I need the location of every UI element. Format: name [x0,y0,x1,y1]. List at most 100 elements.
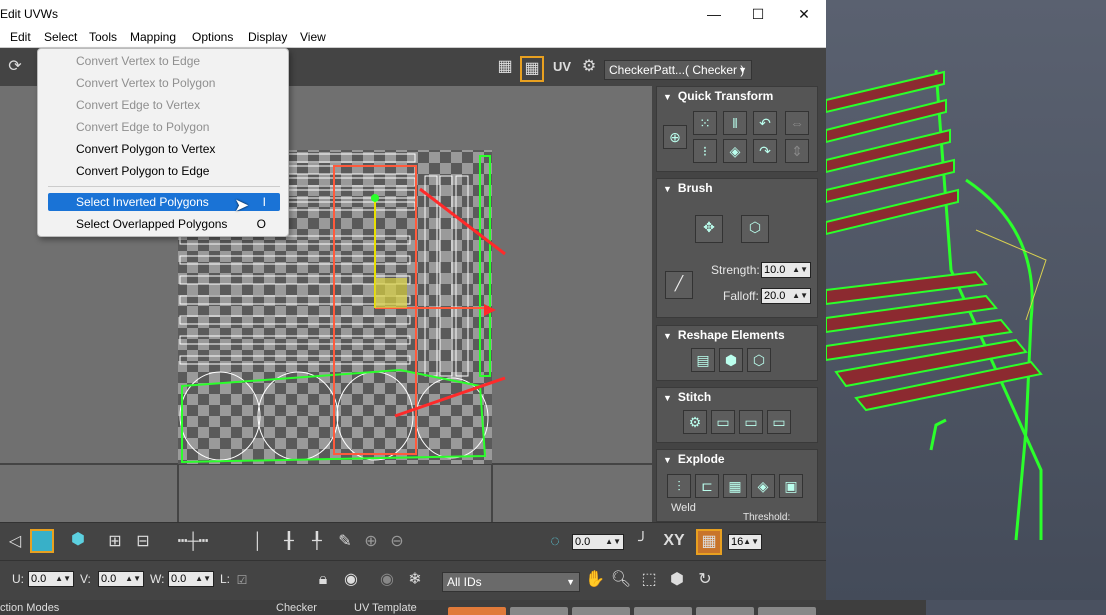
rollout-header-reshape[interactable]: ▼ Reshape Elements [657,326,817,344]
bottom-tab[interactable] [510,607,568,615]
texture-settings-icon[interactable]: ⚙ [578,56,600,78]
xy-plane-button[interactable]: XY [660,530,688,552]
soft-select-curve-icon[interactable]: ╯ [632,531,654,553]
flatten-by-id-icon[interactable]: ▦ [723,474,747,498]
bottom-tab[interactable] [696,607,754,615]
rotate-ccw-icon[interactable]: ↶ [753,111,777,135]
straighten-icon[interactable]: ▤ [691,348,715,372]
menu-edit[interactable]: Edit [10,30,31,44]
freeze-icon[interactable]: ❄ [404,569,426,591]
zoom-extents-icon[interactable]: ⬢ [666,569,688,591]
unhide-icon[interactable]: ◉ [376,569,398,591]
spinner-arrows-icon[interactable]: ▲▼ [792,289,808,303]
menu-item-convert-polygon-to-vertex[interactable]: Convert Polygon to Vertex [48,140,280,158]
falloff-spinner[interactable]: 20.0 ▲▼ [761,288,811,304]
bottom-tab[interactable] [634,607,692,615]
flatten-by-smoothing-icon[interactable]: ◈ [751,474,775,498]
falloff-curve-icon[interactable]: ╱ [665,271,693,299]
maximize-button[interactable]: ☐ [748,4,768,24]
menu-tools[interactable]: Tools [89,30,117,44]
freeform-arrow-icon[interactable]: ◁ [4,531,26,553]
select-polygon-icon[interactable] [30,529,54,553]
snap-toggle-icon[interactable]: ↻ [694,569,716,591]
grid-snap-icon[interactable]: ▦ [696,529,722,555]
rotate-angle-spinner[interactable]: 0.0 ▲▼ [572,534,624,550]
space-horizontal-icon[interactable]: ⇔ [785,111,809,135]
zoom-region-icon[interactable]: ⬚ [638,569,660,591]
w-spinner[interactable]: 0.0 ▲▼ [168,571,214,587]
rotate-snap-icon[interactable]: ◌ [544,531,566,553]
grid-value-spinner[interactable]: 16 ▲▼ [728,534,762,550]
flatten-by-material-icon[interactable]: ▣ [779,474,803,498]
pan-icon[interactable]: ✋ [584,569,606,591]
break-icon[interactable]: ⫶ [667,474,691,498]
spinner-arrows-icon[interactable]: ▲▼ [792,263,808,277]
show-map-icon[interactable]: ▦ [520,56,544,82]
spinner-arrows-icon[interactable]: ▲▼ [743,535,759,549]
rotate-cw-icon[interactable]: ↷ [753,139,777,163]
bottom-tab[interactable] [448,607,506,615]
minimize-button[interactable]: — [704,4,724,24]
stitch-custom-icon[interactable]: ⚙ [683,410,707,434]
menu-item-select-overlapped-polygons[interactable]: Select Overlapped Polygons O [48,215,280,233]
select-element-icon[interactable]: ⬢ [66,529,90,551]
rollout-header-explode[interactable]: ▼ Explode [657,450,817,468]
stitch-source-icon[interactable]: ▭ [711,410,735,434]
rollout-header-quick-transform[interactable]: ▼ Quick Transform [657,87,817,105]
strength-spinner[interactable]: 10.0 ▲▼ [761,262,811,278]
u-spinner[interactable]: 0.0 ▲▼ [28,571,74,587]
align-horizontal-icon[interactable]: ⁙ [693,111,717,135]
menu-options[interactable]: Options [192,30,233,44]
shrink-selection-icon[interactable]: ⊟ [132,531,154,553]
menu-item-convert-vertex-to-polygon[interactable]: Convert Vertex to Polygon [48,74,280,92]
menu-item-convert-edge-to-vertex[interactable]: Convert Edge to Vertex [48,96,280,114]
close-button[interactable]: ✕ [794,4,814,24]
menu-select[interactable]: Select [44,30,77,44]
paint-select-icon[interactable]: ✎ [334,531,356,553]
grow-edge-icon[interactable]: ╂ [278,531,300,553]
paint-move-icon[interactable]: ✥ [695,215,723,243]
stitch-target-icon[interactable]: ▭ [767,410,791,434]
spinner-arrows-icon[interactable]: ▲▼ [125,572,141,586]
spinner-arrows-icon[interactable]: ▲▼ [195,572,211,586]
v-spinner[interactable]: 0.0 ▲▼ [98,571,144,587]
detach-edge-icon[interactable]: ⊏ [695,474,719,498]
grow-selection-icon[interactable]: ⊞ [104,531,126,553]
align-pivot-icon[interactable]: ⊕ [663,125,687,149]
relax-icon[interactable]: ⬢ [719,348,743,372]
edge-select-icon[interactable]: │ [250,531,266,553]
hide-icon[interactable]: ◉ [340,569,362,591]
shrink-edge-icon[interactable]: ╀ [306,531,328,553]
lock-checkbox-icon[interactable]: ☑ [234,569,250,591]
menu-item-convert-edge-to-polygon[interactable]: Convert Edge to Polygon [48,118,280,136]
lock-icon[interactable]: 🔒︎ [312,569,334,591]
menu-item-convert-vertex-to-edge[interactable]: Convert Vertex to Edge [48,52,280,70]
paint-shrink-icon[interactable]: ⊖ [386,531,408,553]
scene-viewport[interactable] [825,0,1106,600]
spinner-arrows-icon[interactable]: ▲▼ [605,535,621,549]
bottom-tab[interactable] [572,607,630,615]
menu-mapping[interactable]: Mapping [130,30,176,44]
align-diamond-icon[interactable]: ◈ [723,139,747,163]
paint-grow-icon[interactable]: ⊕ [360,531,382,553]
refresh-icon[interactable]: ⟳ [4,56,26,78]
checker-toggle-icon[interactable]: ▦ [494,56,516,78]
rollout-header-brush[interactable]: ▼ Brush [657,179,817,197]
collapse-triangle-icon: ▼ [663,92,672,102]
menu-view[interactable]: View [300,30,326,44]
relax-settings-icon[interactable]: ⬡ [747,348,771,372]
space-vertical-icon[interactable]: ⇕ [785,139,809,163]
zoom-icon[interactable]: 🔍︎ [610,569,632,591]
bottom-tab[interactable] [758,607,816,615]
menu-display[interactable]: Display [248,30,287,44]
relax-brush-icon[interactable]: ⬡ [741,215,769,243]
ids-combo[interactable]: All IDs ▼ [442,572,580,592]
texture-combo[interactable]: CheckerPatt...( Checker ) ▼ [604,60,752,80]
align-vertical-icon[interactable]: ‖ [723,111,747,135]
stitch-average-icon[interactable]: ▭ [739,410,763,434]
spinner-arrows-icon[interactable]: ▲▼ [55,572,71,586]
align-to-edge-icon[interactable]: ⁝ [693,139,717,163]
rollout-header-stitch[interactable]: ▼ Stitch [657,388,817,406]
menu-item-convert-polygon-to-edge[interactable]: Convert Polygon to Edge [48,162,280,180]
loop-ring-icon[interactable]: ┅┼┅ [160,531,226,553]
